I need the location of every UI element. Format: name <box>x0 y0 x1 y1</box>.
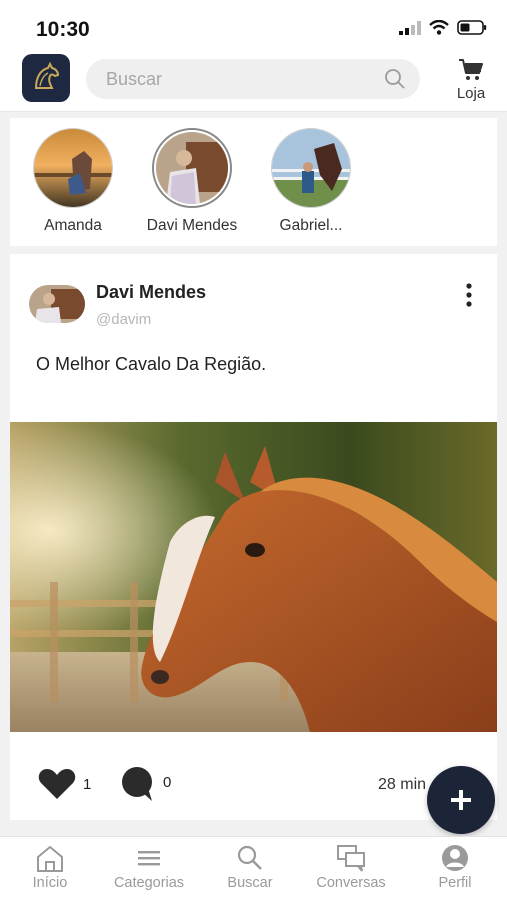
wifi-icon <box>429 20 449 35</box>
story-gabriel[interactable]: Gabriel... <box>256 128 366 235</box>
profile-icon <box>442 845 468 871</box>
app-logo[interactable] <box>22 54 70 102</box>
battery-icon <box>457 20 487 35</box>
post-image[interactable] <box>10 422 497 732</box>
shop-button[interactable]: Loja <box>448 58 494 102</box>
heart-icon[interactable] <box>38 768 76 800</box>
top-bar: Loja <box>0 52 507 112</box>
nav-label: Perfil <box>438 875 472 891</box>
search-icon <box>237 845 262 870</box>
nav-categories[interactable]: Categorias <box>99 843 199 891</box>
post-timestamp: 28 min <box>378 776 427 793</box>
avatar-image <box>29 285 85 323</box>
comment-icon[interactable] <box>120 766 156 802</box>
nav-label: Categorias <box>113 875 185 891</box>
avatar-image <box>156 132 228 204</box>
story-name: Davi Mendes <box>146 217 238 234</box>
story-avatar <box>33 128 113 208</box>
search-bar[interactable] <box>86 59 420 99</box>
post-text: O Melhor Cavalo Da Região. <box>36 354 267 374</box>
horse-logo-icon <box>34 61 60 89</box>
more-options-icon[interactable] <box>457 282 481 308</box>
nav-profile[interactable]: Perfil <box>405 843 505 891</box>
search-icon[interactable] <box>384 68 406 90</box>
post-author-name[interactable]: Davi Mendes <box>96 282 206 303</box>
nav-label: Buscar <box>227 875 273 891</box>
like-count: 1 <box>83 776 92 793</box>
stories-row: Amanda Davi Mendes Gabriel... <box>10 118 497 246</box>
story-name: Gabriel... <box>279 217 343 234</box>
bottom-nav: Início Categorias Buscar Conversas Perfi… <box>0 836 507 900</box>
nav-label: Conversas <box>316 875 386 891</box>
shop-label: Loja <box>456 85 486 102</box>
nav-conversations[interactable]: Conversas <box>301 843 401 891</box>
post-actions: 1 0 28 min <box>10 766 497 806</box>
avatar-image <box>272 129 350 207</box>
nav-label: Início <box>32 875 68 891</box>
comment-count: 0 <box>163 774 172 791</box>
search-input[interactable] <box>106 59 376 99</box>
status-icons <box>399 20 487 35</box>
chat-icon <box>337 845 365 872</box>
story-amanda[interactable]: Amanda <box>18 128 128 235</box>
story-avatar <box>152 128 232 208</box>
status-bar: 10:30 <box>0 0 507 52</box>
menu-icon <box>138 851 160 866</box>
story-name: Amanda <box>44 217 102 234</box>
story-davi-mendes[interactable]: Davi Mendes <box>137 128 247 235</box>
cart-icon <box>459 59 483 80</box>
story-avatar <box>271 128 351 208</box>
home-icon <box>37 845 63 872</box>
new-post-button[interactable] <box>427 766 495 834</box>
avatar-image <box>34 129 112 207</box>
nav-home[interactable]: Início <box>0 843 100 891</box>
status-time: 10:30 <box>36 18 90 41</box>
post-card: Davi Mendes @davim O Melhor Cavalo Da Re… <box>10 254 497 820</box>
post-author-avatar[interactable] <box>29 285 85 323</box>
signal-icon <box>399 20 421 35</box>
post-author-handle: @davim <box>96 311 152 328</box>
horse-photo <box>10 422 497 732</box>
nav-search[interactable]: Buscar <box>200 843 300 891</box>
plus-icon <box>451 790 471 810</box>
